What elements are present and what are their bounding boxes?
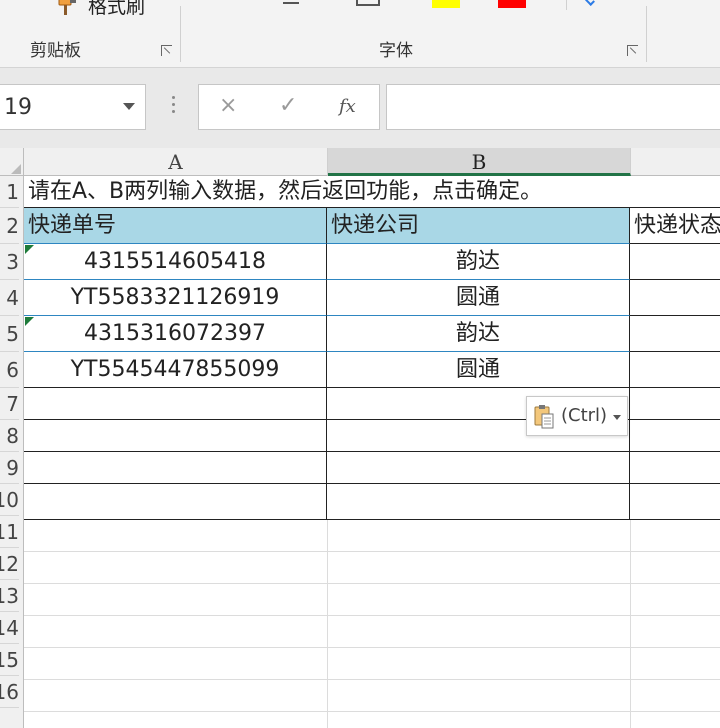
empty-cell[interactable] <box>24 420 327 452</box>
company-cell[interactable]: 韵达 <box>327 316 630 352</box>
row-header[interactable]: 7 <box>0 388 19 420</box>
drag-handle-icon[interactable] <box>172 96 176 118</box>
check-icon[interactable]: ✓ <box>279 93 297 118</box>
ribbon-separator <box>180 6 181 62</box>
tracking-cell[interactable]: YT5545447855099 <box>24 352 327 388</box>
gridline <box>24 551 720 552</box>
row-header[interactable]: 11 <box>0 516 19 548</box>
formula-buttons: × ✓ fx <box>198 84 380 130</box>
row-header[interactable]: 13 <box>0 580 19 612</box>
row-header[interactable]: 14 <box>0 612 19 644</box>
row-header[interactable]: 4 <box>0 280 19 316</box>
row-header[interactable]: 16 <box>0 676 19 708</box>
table-row: 4315316072397 韵达 <box>24 316 720 352</box>
row-headers: 1 2 3 4 5 6 7 8 9 10 11 12 13 14 15 16 <box>0 176 24 728</box>
table-row: YT5545447855099 圆通 <box>24 352 720 388</box>
status-cell[interactable] <box>630 316 720 352</box>
error-indicator-icon <box>25 317 34 326</box>
header-cell-tracking[interactable]: 快递单号 <box>24 208 327 244</box>
empty-cell[interactable] <box>24 452 327 484</box>
font-color-swatch[interactable] <box>498 0 526 8</box>
paintbrush-icon <box>58 0 76 15</box>
select-all-button[interactable] <box>0 148 24 176</box>
row-header[interactable]: 8 <box>0 420 19 452</box>
status-cell[interactable] <box>630 280 720 316</box>
gridline <box>24 615 720 616</box>
row-header[interactable]: 5 <box>0 316 19 352</box>
border-button[interactable] <box>356 0 380 6</box>
row-header[interactable]: 12 <box>0 548 19 580</box>
format-painter-label: 格式刷 <box>88 0 146 18</box>
paste-options-button[interactable]: (Ctrl) <box>526 396 628 436</box>
empty-cell[interactable] <box>630 420 720 452</box>
spreadsheet-grid: A B 1 2 3 4 5 6 7 8 9 10 11 12 13 14 15 … <box>0 148 720 728</box>
chevron-down-icon[interactable] <box>613 415 621 420</box>
tracking-cell[interactable]: 4315316072397 <box>24 316 327 352</box>
highlight-color-swatch[interactable] <box>432 0 460 8</box>
column-header-c[interactable] <box>631 148 720 176</box>
ribbon: 格式刷 剪贴板 字体 <box>0 0 720 68</box>
company-cell[interactable]: 圆通 <box>327 352 630 388</box>
table-row: 请在A、B两列输入数据，然后返回功能，点击确定。 <box>24 176 720 208</box>
company-cell[interactable]: 圆通 <box>327 280 630 316</box>
gridline <box>24 711 720 712</box>
empty-cell[interactable] <box>24 484 327 520</box>
gridline <box>24 679 720 680</box>
column-header-b[interactable]: B <box>328 148 631 176</box>
row-header[interactable]: 15 <box>0 644 19 676</box>
header-row: 快递单号 快递公司 快递状态 <box>24 208 720 244</box>
column-headers: A B <box>0 148 720 176</box>
gridline <box>24 583 720 584</box>
phonetic-icon[interactable] <box>585 0 595 6</box>
font-launcher-icon[interactable] <box>626 44 640 58</box>
empty-cell[interactable] <box>630 388 720 420</box>
tracking-cell[interactable]: 4315514605418 <box>24 244 327 280</box>
header-cell-status[interactable]: 快递状态 <box>630 208 720 244</box>
ribbon-separator <box>646 6 647 62</box>
company-cell[interactable]: 韵达 <box>327 244 630 280</box>
header-cell-company[interactable]: 快递公司 <box>327 208 630 244</box>
clipboard-icon <box>534 405 554 429</box>
name-box[interactable]: 19 <box>0 84 146 130</box>
empty-cell[interactable] <box>630 484 720 520</box>
formula-bar: 19 × ✓ fx <box>0 68 720 148</box>
table-row: YT5583321126919 圆通 <box>24 280 720 316</box>
underline-button[interactable] <box>283 2 299 4</box>
empty-cell[interactable] <box>630 452 720 484</box>
row-header[interactable]: 2 <box>0 208 19 244</box>
empty-cell[interactable] <box>327 484 630 520</box>
table-row <box>24 484 720 520</box>
tracking-value: YT5583321126919 <box>70 285 280 310</box>
table-row: 4315514605418 韵达 <box>24 244 720 280</box>
gridline <box>24 647 720 648</box>
column-header-a[interactable]: A <box>24 148 328 176</box>
row-header[interactable]: 3 <box>0 244 19 280</box>
table-row <box>24 452 720 484</box>
row-header[interactable]: 10 <box>0 484 19 516</box>
ribbon-separator <box>566 0 567 10</box>
error-indicator-icon <box>25 245 34 254</box>
clipboard-launcher-icon[interactable] <box>160 44 174 58</box>
paste-options-label: (Ctrl) <box>561 405 608 426</box>
tracking-cell[interactable]: YT5583321126919 <box>24 280 327 316</box>
insert-function-icon[interactable]: fx <box>339 96 356 117</box>
row-header[interactable]: 6 <box>0 352 19 388</box>
tracking-value: 4315514605418 <box>84 249 266 274</box>
clipboard-group-label: 剪贴板 <box>30 41 81 61</box>
instruction-cell[interactable]: 请在A、B两列输入数据，然后返回功能，点击确定。 <box>28 176 718 207</box>
chevron-down-icon[interactable] <box>123 103 135 110</box>
cancel-icon[interactable]: × <box>219 93 237 118</box>
formula-input[interactable] <box>386 84 720 130</box>
row-header[interactable]: 1 <box>0 176 19 208</box>
tracking-value: YT5545447855099 <box>70 357 280 382</box>
tracking-value: 4315316072397 <box>84 321 266 346</box>
status-cell[interactable] <box>630 352 720 388</box>
empty-cell[interactable] <box>327 452 630 484</box>
status-cell[interactable] <box>630 244 720 280</box>
name-box-value: 19 <box>4 95 32 120</box>
row-header[interactable]: 9 <box>0 452 19 484</box>
font-group-label: 字体 <box>379 41 413 61</box>
empty-cell[interactable] <box>24 388 327 420</box>
